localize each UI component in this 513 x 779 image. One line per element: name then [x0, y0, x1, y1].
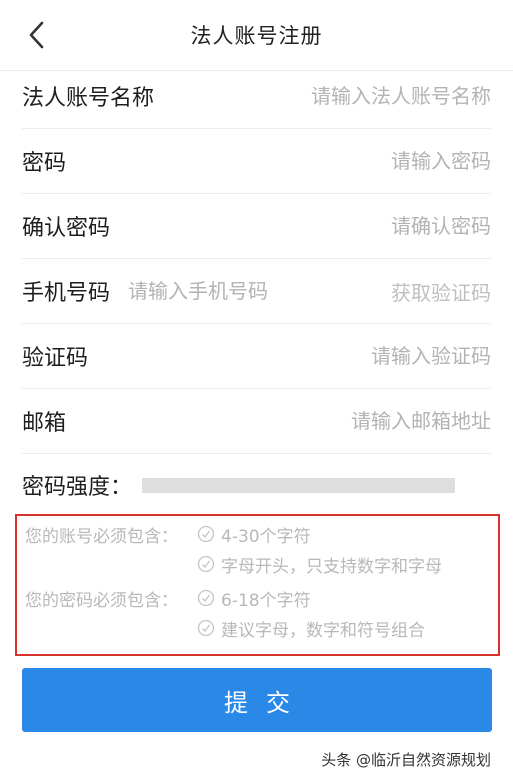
verification-code-row: 验证码: [22, 324, 491, 389]
password-strength-bar: [142, 477, 456, 493]
email-label: 邮箱: [22, 411, 67, 436]
requirements-box: 您的账号必须包含： 4-30个字符 字母开头，只支持数字和字母 您的密码必须包含…: [15, 514, 500, 656]
password-input[interactable]: [66, 149, 491, 173]
password-rule-text: 6-18个字符: [221, 590, 311, 611]
watermark: 头条 @临沂自然资源规划: [321, 751, 491, 769]
phone-input[interactable]: [110, 279, 391, 303]
submit-button[interactable]: 提交: [22, 668, 492, 732]
phone-label: 手机号码: [22, 281, 111, 306]
account-rules-label: 您的账号必须包含：: [25, 526, 178, 547]
confirm-password-row: 确认密码: [22, 194, 491, 259]
email-input[interactable]: [66, 409, 491, 433]
check-circle-icon: [197, 525, 215, 543]
page-title: 法人账号注册: [190, 24, 323, 48]
check-circle-icon: [197, 589, 215, 607]
phone-row: 手机号码 获取验证码: [22, 259, 491, 324]
account-rules: 您的账号必须包含： 4-30个字符 字母开头，只支持数字和字母: [25, 519, 442, 579]
confirm-password-label: 确认密码: [22, 216, 111, 241]
account-rule-text: 字母开头，只支持数字和字母: [221, 556, 442, 577]
verification-code-input[interactable]: [88, 344, 491, 368]
password-rules-label: 您的密码必须包含：: [25, 590, 178, 611]
rule-line: 您的账号必须包含： 4-30个字符: [25, 519, 442, 549]
verification-code-label: 验证码: [22, 346, 89, 371]
account-name-row: 法人账号名称: [22, 64, 491, 129]
password-rule-text: 建议字母，数字和符号组合: [221, 620, 425, 641]
password-label: 密码: [22, 151, 67, 176]
account-rule-text: 4-30个字符: [221, 526, 311, 547]
password-row: 密码: [22, 129, 491, 194]
back-arrow-icon[interactable]: [20, 19, 52, 51]
rule-line: 字母开头，只支持数字和字母: [25, 549, 442, 579]
rule-line: 您的密码必须包含： 6-18个字符: [25, 583, 425, 613]
password-strength-label: 密码强度：: [22, 475, 133, 500]
check-circle-icon: [197, 619, 215, 637]
password-rules: 您的密码必须包含： 6-18个字符 建议字母，数字和符号组合: [25, 583, 425, 643]
check-circle-icon: [197, 555, 215, 573]
get-verification-code-button[interactable]: 获取验证码: [391, 277, 491, 306]
confirm-password-input[interactable]: [110, 214, 491, 238]
account-name-input[interactable]: [154, 84, 491, 108]
email-row: 邮箱: [22, 389, 491, 454]
rule-line: 建议字母，数字和符号组合: [25, 613, 425, 643]
password-strength-row: 密码强度：: [22, 455, 491, 515]
header-bar: 法人账号注册: [0, 0, 513, 71]
account-name-label: 法人账号名称: [22, 86, 155, 111]
